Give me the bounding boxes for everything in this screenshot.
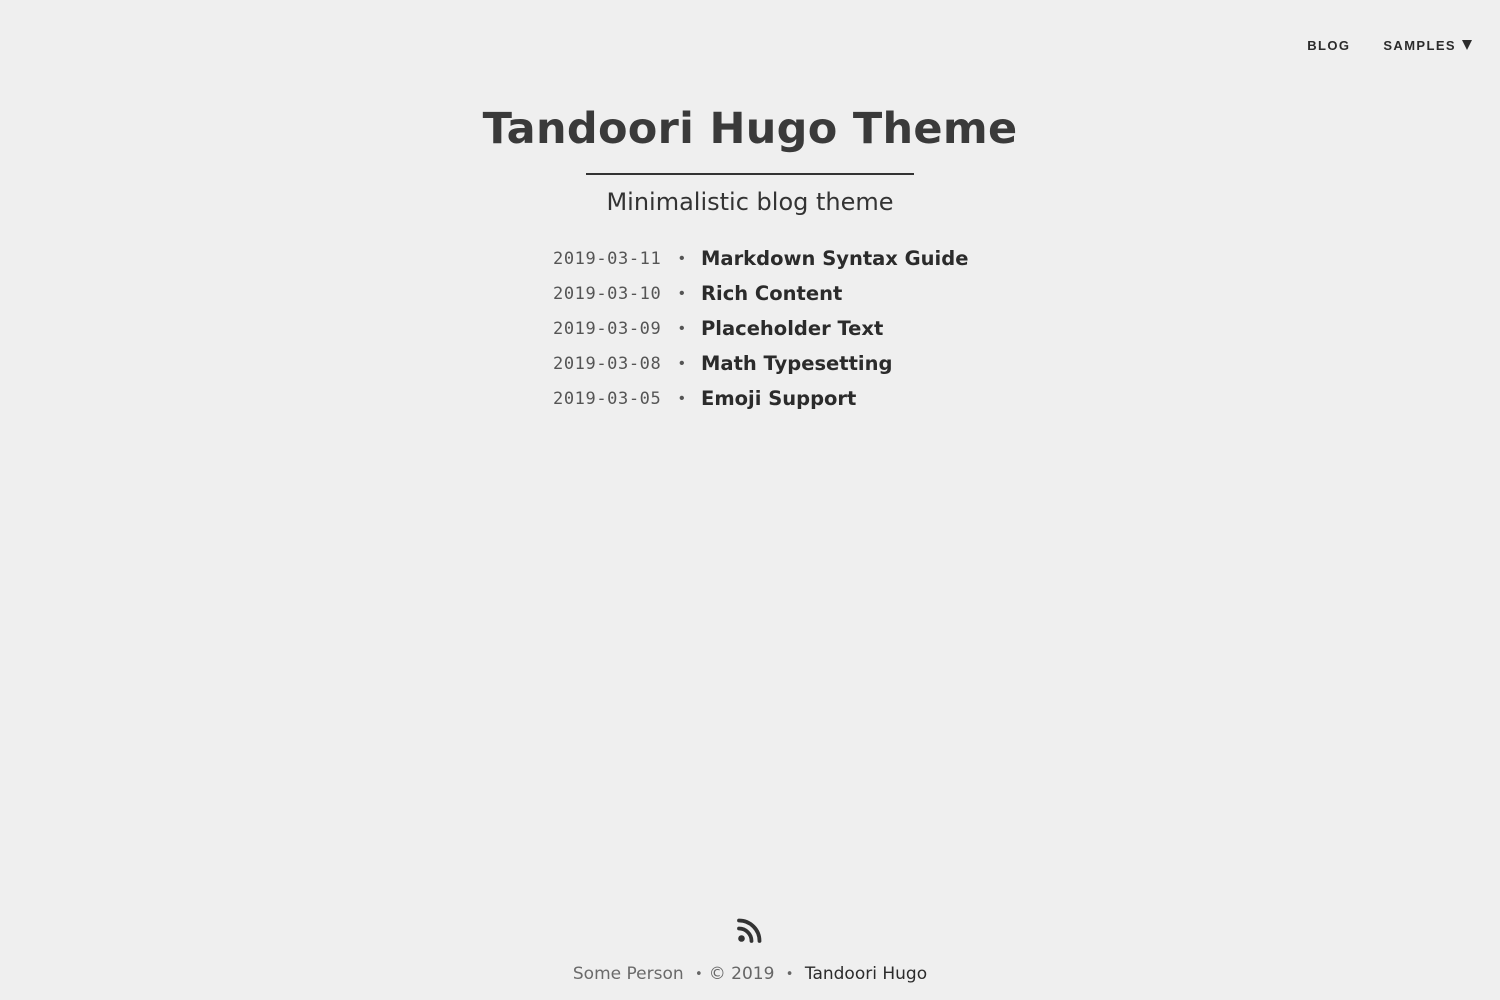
post-date: 2019-03-05 [553,388,662,409]
rss-icon [737,918,762,943]
post-title-link[interactable]: Math Typesetting [701,352,892,375]
post-title-link[interactable]: Rich Content [701,282,842,305]
post-list-item: 2019-03-05 • Emoji Support [553,381,968,416]
post-separator: • [679,354,685,372]
post-date: 2019-03-10 [553,283,662,304]
footer: Some Person • © 2019 • Tandoori Hugo [0,964,1500,984]
footer-separator: • [695,967,703,982]
post-title-link[interactable]: Markdown Syntax Guide [701,247,968,270]
post-separator: • [679,249,685,267]
caret-down-icon [1462,39,1472,50]
nav-blog-link[interactable]: BLOG [1307,38,1350,53]
post-separator: • [679,284,685,302]
site-title: Tandoori Hugo Theme [482,104,1018,154]
footer-theme-link[interactable]: Tandoori Hugo [805,964,927,984]
site-subtitle: Minimalistic blog theme [606,188,894,216]
footer-copyright: © 2019 [708,964,775,984]
nav-samples-label: SAMPLES [1383,38,1456,53]
post-date: 2019-03-08 [553,353,662,374]
post-date: 2019-03-11 [553,248,662,269]
post-list: 2019-03-11 • Markdown Syntax Guide 2019-… [553,241,968,416]
post-title-link[interactable]: Emoji Support [701,387,856,410]
post-list-item: 2019-03-09 • Placeholder Text [553,311,968,346]
post-list-item: 2019-03-08 • Math Typesetting [553,346,968,381]
post-separator: • [679,319,685,337]
top-navigation: BLOG SAMPLES [1307,38,1472,53]
post-list-item: 2019-03-11 • Markdown Syntax Guide [553,241,968,276]
post-title-link[interactable]: Placeholder Text [701,317,883,340]
rss-feed-link[interactable] [737,917,763,943]
title-divider [586,173,914,175]
post-separator: • [679,389,685,407]
nav-samples-dropdown[interactable]: SAMPLES [1383,38,1472,53]
footer-author: Some Person [572,964,684,984]
nav-blog-label: BLOG [1307,38,1351,53]
footer-separator: • [785,967,794,982]
post-date: 2019-03-09 [553,318,662,339]
post-list-item: 2019-03-10 • Rich Content [553,276,968,311]
